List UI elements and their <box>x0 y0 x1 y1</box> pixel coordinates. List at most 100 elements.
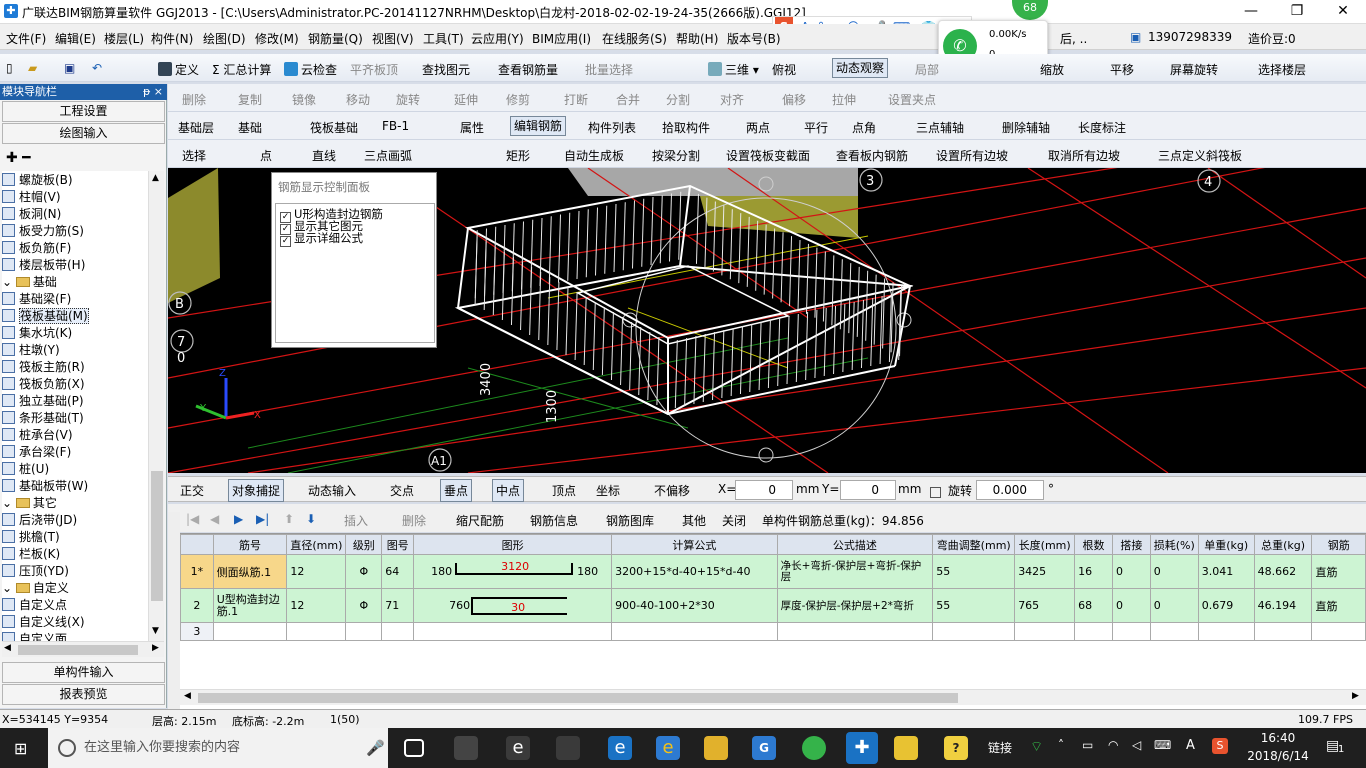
col-header[interactable]: 公式描述 <box>776 534 934 555</box>
tree-item[interactable]: 栏板(K) <box>2 545 148 562</box>
summary-calc-button[interactable]: Σ 汇总计算 <box>212 61 271 78</box>
windows-start-icon[interactable]: ⊞ <box>14 739 27 758</box>
close-button[interactable]: ✕ <box>1320 0 1366 24</box>
tree-item[interactable]: 筏板基础(M) <box>2 307 148 324</box>
tree-item[interactable]: 桩(U) <box>2 460 148 477</box>
cell-lap[interactable] <box>1111 622 1151 641</box>
tree-item[interactable]: 筏板负筋(X) <box>2 375 148 392</box>
floor-select[interactable]: 基础层 <box>178 119 214 136</box>
cell-bend-adjust[interactable]: 55 <box>932 554 1016 589</box>
item-select[interactable]: FB-1 <box>382 119 409 133</box>
expand-icon[interactable]: ⌄ <box>2 581 16 595</box>
cell-count[interactable]: 68 <box>1074 588 1113 623</box>
tree-item[interactable]: 挑檐(T) <box>2 528 148 545</box>
tree-item[interactable]: 桩承台(V) <box>2 426 148 443</box>
wifi-tray-icon[interactable]: ⌔ <box>1030 738 1043 756</box>
network-icon[interactable]: ▭ <box>1082 738 1093 752</box>
first-icon[interactable]: |◀ <box>186 512 199 526</box>
tray-expand-icon[interactable]: ˄ <box>1058 738 1064 752</box>
cell-diameter[interactable] <box>286 622 347 641</box>
col-header[interactable]: 图号 <box>381 534 415 555</box>
rotate-button[interactable]: 旋转 <box>396 91 420 108</box>
col-header[interactable]: 搭接 <box>1111 534 1151 555</box>
cortana-icon[interactable] <box>58 739 76 757</box>
cell-grade[interactable]: Φ <box>345 588 383 623</box>
ie-icon[interactable]: e <box>656 736 680 760</box>
tree-scrollbar[interactable]: ▲ ▼ <box>148 171 164 641</box>
edit-rebar-button[interactable]: 编辑钢筋 <box>510 116 567 136</box>
open-icon[interactable]: ▰ <box>28 61 37 75</box>
perpendicular-snap[interactable]: 垂点 <box>440 479 473 502</box>
col-header[interactable]: 筋号 <box>212 534 288 555</box>
category-select[interactable]: 基础 <box>238 119 262 136</box>
cell-formula-desc[interactable]: 厚度-保护层-保护层+2*弯折 <box>776 588 934 623</box>
file-explorer-icon[interactable] <box>704 736 728 760</box>
cell-formula-desc[interactable] <box>776 622 934 641</box>
variable-section-button[interactable]: 设置筏板变截面 <box>726 147 810 164</box>
ortho-button[interactable]: 正交 <box>180 482 204 499</box>
parallel-button[interactable]: 平行 <box>804 119 828 136</box>
cell-bar-type[interactable]: 直筋 <box>1311 554 1366 589</box>
3d-view-button[interactable]: 三维 ▾ <box>708 61 759 78</box>
notes-icon[interactable] <box>894 736 918 760</box>
tree-hscrollbar[interactable]: ◀ ▶ <box>2 641 164 657</box>
delete-axis-button[interactable]: 删除辅轴 <box>1002 119 1050 136</box>
col-header[interactable]: 根数 <box>1074 534 1113 555</box>
split-button[interactable]: 分割 <box>666 91 690 108</box>
clock-date[interactable]: 2018/6/14 <box>1240 749 1316 763</box>
edge-icon[interactable]: e <box>506 736 530 760</box>
menu-version[interactable]: 版本号(B) <box>727 30 781 47</box>
tree-item[interactable]: 板负筋(F) <box>2 239 148 256</box>
menu-draw[interactable]: 绘图(D) <box>203 30 246 47</box>
length-dim-button[interactable]: 长度标注 <box>1078 119 1126 136</box>
cell-loss[interactable] <box>1149 622 1199 641</box>
table-row[interactable]: 3 <box>180 622 1366 641</box>
tree-item[interactable]: 承台梁(F) <box>2 443 148 460</box>
tree-item[interactable]: 自定义面 <box>2 630 148 641</box>
menu-modify[interactable]: 修改(M) <box>255 30 299 47</box>
grid-delete-button[interactable]: 删除 <box>402 512 426 529</box>
cell-figure-no[interactable]: 64 <box>381 554 415 589</box>
cost-beans[interactable]: 造价豆:0 <box>1248 30 1296 47</box>
menu-rebar-qty[interactable]: 钢筋量(Q) <box>308 30 363 47</box>
cell-loss[interactable]: 0 <box>1149 554 1199 589</box>
merge-button[interactable]: 合并 <box>616 91 640 108</box>
two-points-button[interactable]: 两点 <box>746 119 770 136</box>
type-select[interactable]: 筏板基础 <box>310 119 358 136</box>
cell-shape[interactable]: 180 3120 180 <box>413 554 613 589</box>
coordinate-snap[interactable]: 坐标 <box>596 482 620 499</box>
cell-formula[interactable]: 3200+15*d-40+15*d-40 <box>611 554 778 589</box>
menu-file[interactable]: 文件(F) <box>6 30 46 47</box>
pin-close-icon[interactable]: ᵽ × <box>143 84 163 100</box>
menu-component[interactable]: 构件(N) <box>151 30 193 47</box>
move-down-icon[interactable]: ⬇ <box>306 512 316 526</box>
batch-select-button[interactable]: 批量选择 <box>585 61 633 78</box>
cell-figure-no[interactable] <box>381 622 415 641</box>
screen-rotate-button[interactable]: 屏幕旋转 <box>1170 61 1218 78</box>
pan-button[interactable]: 平移 <box>1110 61 1134 78</box>
point-button[interactable]: 点 <box>260 147 272 164</box>
clock-time[interactable]: 16:40 <box>1248 731 1308 745</box>
tree-folder[interactable]: ⌄ 基础 <box>2 273 148 290</box>
menu-online[interactable]: 在线服务(S) <box>602 30 667 47</box>
cell-figure-no[interactable]: 71 <box>381 588 415 623</box>
menu-floor[interactable]: 楼层(L) <box>104 30 144 47</box>
close-grid-button[interactable]: 关闭 <box>722 512 746 529</box>
component-list-button[interactable]: 构件列表 <box>588 119 636 136</box>
tree-item[interactable]: 自定义点 <box>2 596 148 613</box>
vertex-snap[interactable]: 顶点 <box>552 482 576 499</box>
rebar-library-button[interactable]: 钢筋图库 <box>606 512 654 529</box>
cloud-check-button[interactable]: 云检查 <box>284 61 337 78</box>
arc-button[interactable]: 三点画弧 <box>364 147 412 164</box>
cell-count[interactable] <box>1074 622 1113 641</box>
tree-item[interactable]: 板受力筋(S) <box>2 222 148 239</box>
col-header[interactable]: 长度(mm) <box>1014 534 1076 555</box>
cell-bar-name[interactable]: U型构造封边筋.1 <box>212 588 288 623</box>
break-button[interactable]: 打断 <box>564 91 588 108</box>
zoom-button[interactable]: 缩放 <box>1040 61 1064 78</box>
set-grip-button[interactable]: 设置夹点 <box>888 91 936 108</box>
minimize-button[interactable]: — <box>1228 0 1274 24</box>
tree-item[interactable]: 柱墩(Y) <box>2 341 148 358</box>
tree-item[interactable]: 筏板主筋(R) <box>2 358 148 375</box>
prev-icon[interactable]: ◀ <box>210 512 219 526</box>
